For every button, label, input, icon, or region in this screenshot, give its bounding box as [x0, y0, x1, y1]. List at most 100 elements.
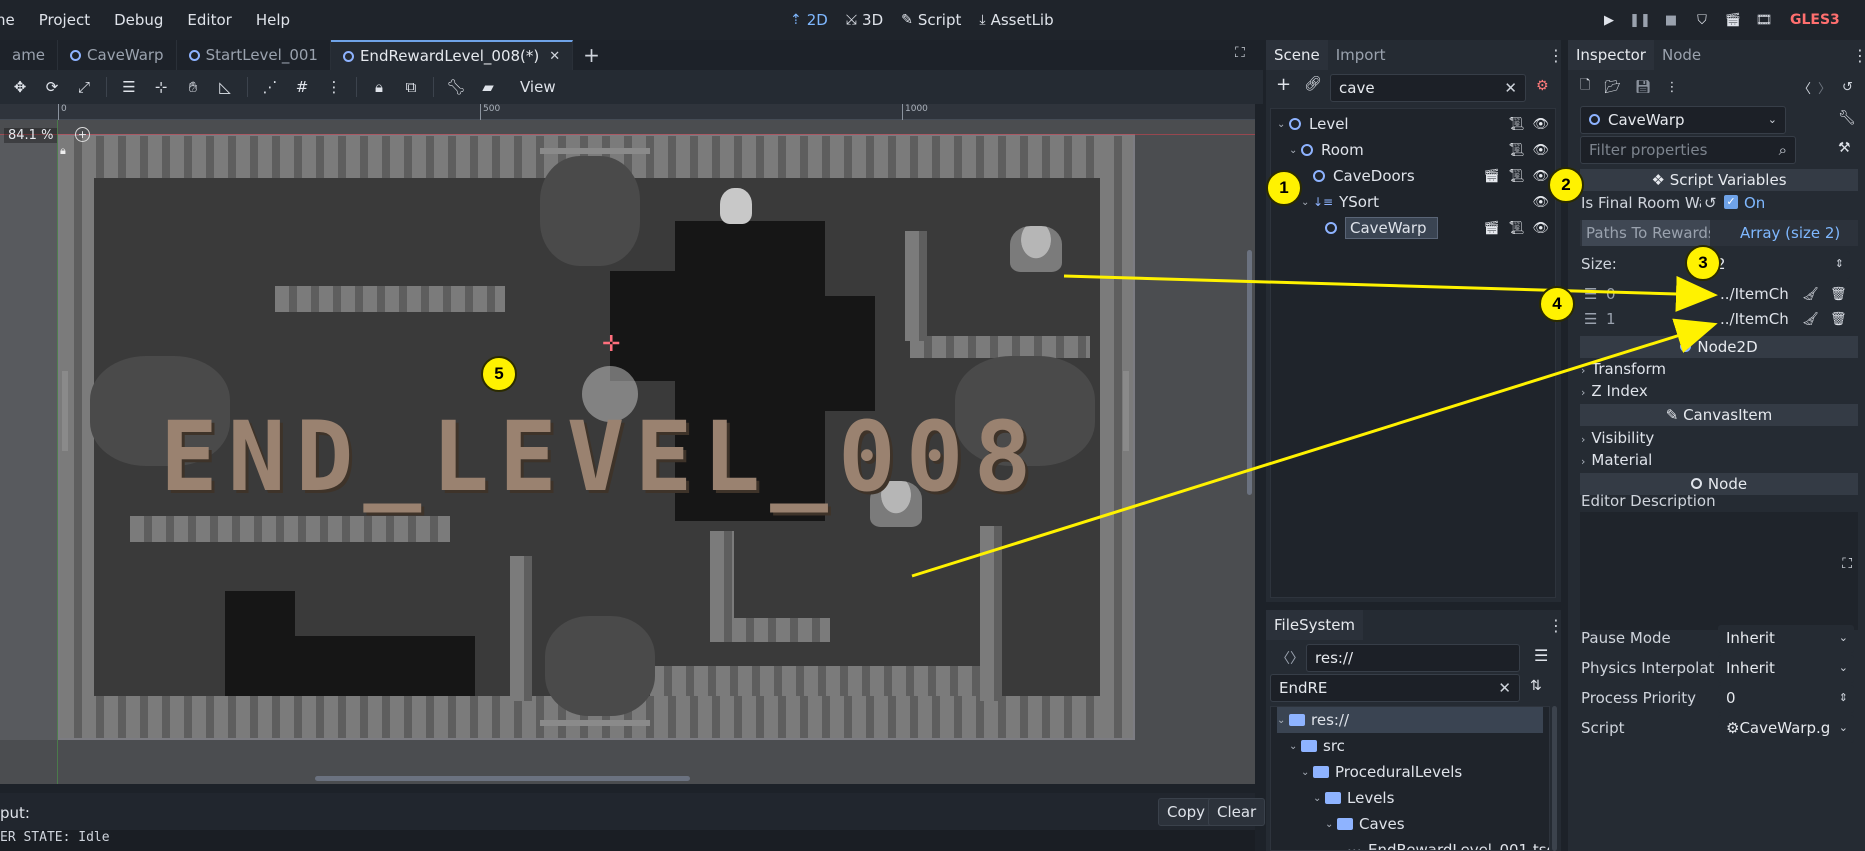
tab-cavewarp[interactable]: CaveWarp: [58, 40, 177, 70]
tab-inspector[interactable]: Inspector: [1568, 40, 1654, 70]
new-resource-icon[interactable]: 🗋︎: [1580, 76, 1590, 98]
clear-button[interactable]: Clear: [1208, 798, 1266, 826]
file-tree-scrollbar[interactable]: [1552, 706, 1557, 851]
item-chest-stump[interactable]: [1010, 226, 1062, 272]
instanced-scene-icon[interactable]: 🎬︎: [1483, 221, 1500, 236]
node-selector[interactable]: CaveWarp ⌄: [1580, 106, 1786, 134]
scene-filter-input[interactable]: cave ✕: [1330, 74, 1526, 102]
pause-icon[interactable]: ❚❚: [1629, 11, 1651, 29]
menu-scene[interactable]: ne: [0, 11, 27, 29]
visibility-icon[interactable]: 👁︎: [1532, 117, 1549, 132]
nodepath-value[interactable]: ../ItemCh: [1720, 285, 1789, 303]
clear-filter-icon[interactable]: ✕: [1498, 675, 1511, 701]
section-canvas-item[interactable]: ✎ CanvasItem: [1580, 404, 1858, 426]
tab-filesystem[interactable]: FileSystem: [1266, 610, 1364, 640]
file-item-scene[interactable]: ⋯ EndRewardLevel_001.tscn: [1347, 837, 1549, 850]
chevron-down-icon[interactable]: ⌄: [1301, 197, 1313, 208]
play-custom-scene-icon[interactable]: 🎞︎: [1755, 11, 1773, 29]
open-resource-icon[interactable]: 📂︎: [1604, 80, 1621, 95]
tab-game[interactable]: ame: [0, 40, 59, 70]
tab-startlevel[interactable]: StartLevel_001: [177, 40, 331, 70]
script-attached-icon[interactable]: 📜︎: [1508, 143, 1525, 158]
chevron-down-icon[interactable]: ⌄: [1277, 119, 1289, 130]
html5-icon[interactable]: ⛉: [1693, 11, 1711, 29]
property-tools-icon[interactable]: ⚒: [1838, 140, 1851, 156]
process-priority-stepper[interactable]: 0 ⇕: [1718, 685, 1854, 713]
move-icon[interactable]: ✥: [6, 74, 34, 100]
visibility-icon[interactable]: 👁︎: [1532, 221, 1549, 236]
clear-path-icon[interactable]: 🧹︎: [1802, 287, 1819, 302]
drag-handle-icon[interactable]: ☰: [1584, 310, 1597, 328]
chevron-down-icon[interactable]: ⌄: [1301, 767, 1313, 778]
renderer-select[interactable]: GLES3: [1790, 12, 1840, 28]
tree-item-level[interactable]: ⌄ Level 📜︎ 👁︎: [1271, 111, 1555, 137]
mode-3d-button[interactable]: ⤩ 3D: [846, 11, 883, 29]
smart-snap-icon[interactable]: ⋰: [256, 74, 284, 100]
revert-icon[interactable]: ↺: [1704, 194, 1717, 212]
editor-description-textarea[interactable]: ⛶: [1580, 512, 1858, 630]
back-icon[interactable]: 〈: [1276, 648, 1290, 668]
skeleton-icon[interactable]: 🦴︎: [442, 74, 470, 100]
path-field[interactable]: res://: [1306, 644, 1520, 672]
pivot-icon[interactable]: ⊹: [147, 74, 175, 100]
chevron-down-icon[interactable]: ⌄: [1313, 793, 1325, 804]
group-transform[interactable]: › Transform: [1581, 360, 1666, 378]
tree-item-cavedoors[interactable]: CaveDoors 🎬︎ 📜︎ 👁︎: [1271, 163, 1555, 189]
add-node-icon[interactable]: +: [1276, 74, 1291, 95]
list-select-icon[interactable]: ☰: [115, 74, 143, 100]
script-attached-icon[interactable]: 📜︎: [1508, 117, 1525, 132]
menu-project[interactable]: Project: [27, 11, 102, 29]
grid-snap-icon[interactable]: #: [288, 74, 316, 100]
tab-node[interactable]: Node: [1654, 40, 1709, 70]
clear-filter-icon[interactable]: ✕: [1504, 75, 1517, 101]
group-material[interactable]: › Material: [1581, 451, 1652, 469]
group-visibility[interactable]: › Visibility: [1581, 429, 1654, 447]
array-size-stepper[interactable]: 2 ⇕: [1708, 251, 1850, 279]
vertical-scrollbar[interactable]: [1247, 250, 1252, 495]
lock-icon[interactable]: 🔒︎: [365, 74, 393, 100]
tree-item-ysort[interactable]: ⌄ ↓≡ YSort 👁︎: [1271, 189, 1555, 215]
visibility-icon[interactable]: 👁︎: [1532, 169, 1549, 184]
add-tab-button[interactable]: +: [573, 40, 610, 70]
nodepath-value[interactable]: ../ItemCh: [1720, 310, 1789, 328]
tab-endrewardlevel[interactable]: EndRewardLevel_008(*) ✕: [330, 40, 574, 70]
paths-to-rewards-value[interactable]: Array (size 2): [1740, 220, 1840, 246]
group-z-index[interactable]: › Z Index: [1581, 382, 1648, 400]
chevron-down-icon[interactable]: ⌄: [1289, 741, 1301, 752]
script-attached-icon[interactable]: 📜︎: [1508, 169, 1525, 184]
close-icon[interactable]: ✕: [549, 49, 560, 64]
script-attached-icon[interactable]: 📜︎: [1508, 221, 1525, 236]
instanced-scene-icon[interactable]: 🎬︎: [1483, 169, 1500, 184]
file-item-caves[interactable]: ⌄ Caves: [1325, 811, 1405, 837]
play-icon[interactable]: ▶: [1600, 11, 1618, 29]
stop-icon[interactable]: ■: [1662, 11, 1680, 29]
menu-help[interactable]: Help: [244, 11, 302, 29]
script-filter-icon[interactable]: ⚙: [1536, 78, 1549, 94]
canvas-viewport[interactable]: 0 500 1000 ✛ END_LEVEL_008 84.1 % + 🔒︎: [0, 104, 1255, 784]
copy-button[interactable]: Copy: [1158, 798, 1215, 826]
trash-icon[interactable]: 🗑︎: [1830, 312, 1847, 327]
file-item-src[interactable]: ⌄ src: [1289, 733, 1345, 759]
history-back-icon[interactable]: 〈: [1798, 78, 1811, 97]
section-script-variables[interactable]: ❖ Script Variables: [1580, 169, 1858, 191]
section-node2d[interactable]: Node2D: [1580, 336, 1858, 358]
mode-assetlib-button[interactable]: ⤓ AssetLib: [979, 11, 1053, 29]
visibility-icon[interactable]: 👁︎: [1532, 195, 1549, 210]
ruler-icon[interactable]: ◺: [211, 74, 239, 100]
menu-editor[interactable]: Editor: [175, 11, 243, 29]
history-icon[interactable]: ↺: [1842, 80, 1853, 95]
drag-handle-icon[interactable]: ☰: [1584, 285, 1597, 303]
tree-item-cavewarp[interactable]: CaveWarp 🎬︎ 📜︎ 👁︎: [1271, 215, 1555, 241]
mode-script-button[interactable]: ✎ Script: [901, 11, 961, 29]
snap-options-icon[interactable]: ⋮: [320, 74, 348, 100]
rotate-icon[interactable]: ⟳: [38, 74, 66, 100]
camera-override-icon[interactable]: ▰: [474, 74, 502, 100]
history-forward-icon[interactable]: 〉: [1818, 78, 1831, 97]
clear-path-icon[interactable]: 🧹︎: [1802, 312, 1819, 327]
save-resource-icon[interactable]: 💾︎: [1635, 80, 1652, 95]
file-item-procedurallevels[interactable]: ⌄ ProceduralLevels: [1301, 759, 1462, 785]
chevron-down-icon[interactable]: ⌄: [1289, 145, 1301, 156]
pause-mode-select[interactable]: Inherit ⌄: [1718, 625, 1854, 653]
distraction-free-icon[interactable]: ⛶: [1235, 45, 1245, 61]
physics-interpolation-select[interactable]: Inherit ⌄: [1718, 655, 1854, 683]
